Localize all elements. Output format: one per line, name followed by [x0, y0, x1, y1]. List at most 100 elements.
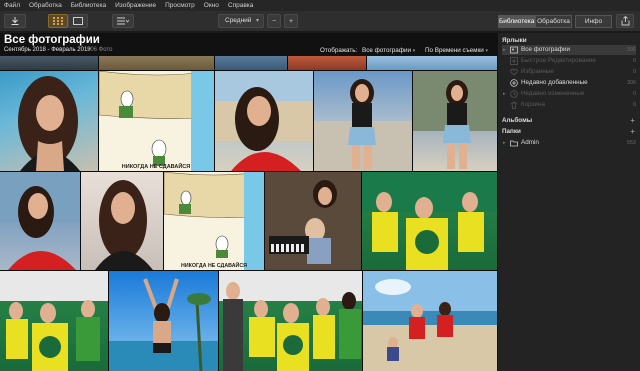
portrait-image — [18, 76, 80, 171]
chevron-right-icon: ▸ — [503, 91, 506, 97]
comic-caption: НИКОГДА НЕ СДАВАЙСЯ — [181, 261, 247, 269]
photo-thumbnail[interactable] — [288, 56, 366, 70]
sidebar-item-folder-admin[interactable]: ▸ Admin 553 — [502, 138, 636, 148]
heart-icon — [510, 68, 518, 76]
sidebar-item-label: Недавно добавленные — [521, 79, 588, 86]
comic-caption: НИКОГДА НЕ СДАВАЙСЯ — [122, 162, 191, 170]
zoom-in-button[interactable]: + — [284, 14, 298, 28]
sidebar-item-label: Admin — [521, 139, 539, 146]
sidebar-item-favorites[interactable]: Избранные 0 — [502, 67, 636, 77]
photo-thumbnail[interactable] — [0, 71, 98, 171]
filter-label: Отображать: — [320, 47, 358, 54]
sidebar-item-label: Все фотографии — [521, 46, 570, 53]
photo-thumbnail[interactable] — [215, 71, 313, 171]
group-photo — [219, 271, 362, 371]
chevron-down-icon: ▾ — [255, 18, 259, 24]
list-icon — [117, 17, 129, 25]
import-button[interactable] — [4, 14, 26, 28]
photo-thumbnail[interactable] — [109, 271, 218, 371]
photo-count: 306 Фото — [87, 47, 113, 53]
photo-thumbnail[interactable] — [265, 172, 361, 270]
single-view-button[interactable] — [68, 14, 88, 28]
photo-thumbnail[interactable] — [314, 71, 412, 171]
share-button[interactable] — [616, 14, 634, 28]
photo-thumbnail[interactable] — [413, 71, 497, 171]
sidebar-item-label: Корзина — [521, 101, 545, 108]
photos-icon — [510, 46, 518, 54]
tab-library[interactable]: Библиотека — [498, 15, 535, 28]
sidebar-item-count: 0 — [632, 91, 636, 97]
sort-dropdown[interactable]: По Времени съемки ▾ — [425, 47, 488, 54]
tab-processing[interactable]: Обработка — [535, 15, 572, 28]
photo-thumbnail[interactable] — [362, 172, 497, 270]
quick-edit-icon — [510, 57, 518, 65]
menu-help[interactable]: Справка — [228, 0, 254, 11]
menu-view[interactable]: Просмотр — [165, 0, 195, 11]
sort-menu-button[interactable] — [112, 14, 134, 28]
add-folder-button[interactable]: + — [630, 128, 635, 136]
photo-thumbnail[interactable]: НИКОГДА НЕ СДАВАЙСЯ — [164, 172, 264, 270]
labels-heading: Ярлыки — [502, 37, 527, 44]
minus-icon: − — [271, 17, 277, 25]
sidebar-item-count: 0 — [632, 69, 636, 75]
library-header: Все фотографии Сентябрь 2018 - Февраль 2… — [0, 33, 497, 56]
grid-icon — [53, 17, 63, 25]
sidebar-item-count: 0 — [632, 58, 636, 64]
trash-icon — [511, 101, 517, 109]
photo-thumbnail[interactable] — [0, 172, 80, 270]
chevron-down-icon: ▾ — [485, 48, 489, 54]
photo-thumbnail[interactable] — [0, 271, 108, 371]
page-title: Все фотографии — [4, 34, 100, 46]
folders-heading: Папки — [502, 128, 521, 135]
zoom-value: Средний — [225, 17, 252, 24]
date-range: Сентябрь 2018 - Февраль 2019 — [4, 47, 91, 53]
menu-processing[interactable]: Обработка — [29, 0, 62, 11]
grid-view-button[interactable] — [48, 14, 68, 28]
share-icon — [621, 16, 629, 26]
sidebar-item-all-photos[interactable]: ▸ Все фотографии 306 — [502, 45, 636, 55]
sidebar-item-count: 0 — [632, 102, 636, 108]
filter-dropdown[interactable]: Все фотографии ▾ — [362, 47, 415, 54]
recent-add-icon — [510, 79, 518, 87]
portrait-image — [95, 180, 153, 270]
photo-thumbnail[interactable] — [367, 56, 497, 70]
menu-image[interactable]: Изображение — [115, 0, 156, 11]
beach-photo — [109, 278, 218, 371]
chevron-down-icon: ▾ — [412, 48, 416, 54]
sidebar-item-recently-edited[interactable]: ▸ Недавно измененные 0 — [502, 89, 636, 99]
sidebar-item-recently-added[interactable]: Недавно добавленные 306 — [502, 78, 636, 88]
zoom-out-button[interactable]: − — [267, 14, 281, 28]
portrait-image — [0, 172, 80, 270]
single-view-icon — [73, 17, 83, 25]
recent-edit-icon — [510, 90, 518, 98]
sidebar-item-trash[interactable]: Корзина 0 — [502, 100, 636, 110]
photo-thumbnail[interactable] — [219, 271, 362, 371]
menu-library[interactable]: Библиотека — [71, 0, 106, 11]
albums-heading: Альбомы — [502, 117, 533, 124]
photo-thumbnail[interactable]: НИКОГДА НЕ СДАВАЙСЯ — [99, 71, 214, 171]
sidebar-item-label: Избранные — [521, 68, 554, 75]
portrait-image — [215, 71, 313, 171]
plus-icon: + — [288, 17, 294, 25]
add-album-button[interactable]: + — [630, 117, 635, 125]
photo-thumbnail[interactable] — [99, 56, 214, 70]
comic-image: НИКОГДА НЕ СДАВАЙСЯ — [164, 172, 264, 270]
portrait-image — [314, 79, 412, 171]
group-photo — [0, 271, 108, 371]
photo-thumbnail[interactable] — [363, 271, 497, 371]
portrait-image — [413, 71, 497, 169]
sidebar-item-quick-edit[interactable]: Быстрое Редактирование 0 — [502, 56, 636, 66]
folder-icon — [510, 140, 518, 147]
filter-value: Все фотографии — [362, 47, 411, 54]
zoom-select[interactable]: Средний ▾ — [218, 14, 264, 28]
photo-grid: НИКОГДА НЕ СДАВАЙСЯ НИКОГДА НЕ СДАВАЙСЯ — [0, 56, 497, 371]
menu-window[interactable]: Окно — [204, 0, 219, 11]
photo-thumbnail[interactable] — [0, 56, 98, 70]
chevron-right-icon: ▸ — [503, 47, 506, 53]
menu-file[interactable]: Файл — [4, 0, 20, 11]
sidebar-item-count: 553 — [626, 140, 636, 146]
tab-info[interactable]: Инфо — [575, 15, 612, 28]
photo-thumbnail[interactable] — [215, 56, 287, 70]
photo-thumbnail[interactable] — [81, 172, 163, 270]
toolbar: Средний ▾ − + Библиотека Обработка Инфо — [0, 11, 640, 32]
